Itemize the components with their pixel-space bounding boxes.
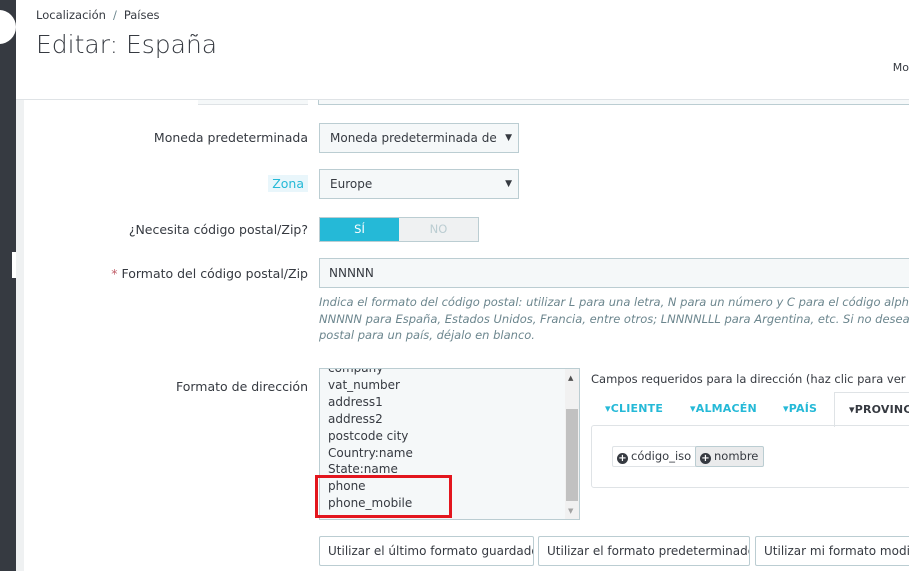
address-line: address2 [328,411,383,426]
breadcrumb: Localización / Países [36,8,160,22]
scroll-up-icon[interactable]: ▲ [568,374,573,382]
currency-select[interactable]: Moneda predeterminada de ▼ [319,123,519,153]
toggle-no[interactable]: NO [399,218,478,241]
breadcrumb-separator: / [112,8,117,22]
page-title: Editar: España [36,30,218,59]
zip-format-input[interactable]: NNNNN [319,258,909,288]
highlight-box [315,475,452,518]
address-line: postcode city [328,428,409,443]
address-line: vat_number [328,377,400,392]
currency-value: Moneda predeterminada de [330,131,497,145]
tab-label: CLIENTE [610,402,664,415]
sidebar-active-marker [12,252,16,278]
field-chip-codigo-iso[interactable]: + código_iso [612,446,698,467]
required-fields-label: Campos requeridos para la dirección (haz… [591,372,909,386]
plus-circle-icon: + [700,453,711,464]
textarea-scrollbar[interactable]: ▲ ▼ [565,369,579,519]
breadcrumb-localizacion[interactable]: Localización [36,8,106,22]
field-chip-nombre[interactable]: + nombre [695,446,765,467]
use-my-format-button[interactable]: Utilizar mi formato modific [755,536,909,566]
scrollbar-thumb[interactable] [566,409,578,501]
partial-field [198,100,308,105]
required-fields-tabs: ▾CLIENTE ▾ALMACÉN ▾PAÍS ▾PROVINCI [591,392,909,427]
address-line: Country:name [328,445,413,460]
required-marker: * [111,266,118,281]
zip-format-help: Indica el formato del código postal: uti… [319,294,909,344]
zone-value: Europe [330,177,373,191]
zip-needed-toggle[interactable]: SÍ NO [319,217,479,242]
help-line: NNNNN para España, Estados Unidos, Franc… [319,311,909,326]
zone-label[interactable]: Zona [268,175,308,192]
logo[interactable] [0,10,16,44]
breadcrumb-paises[interactable]: Países [124,8,160,22]
chip-label: código_iso [631,449,692,463]
tab-label: PROVINCI [854,403,909,416]
page-header: Localización / Países Editar: España Mo [16,0,909,100]
address-format-label: Formato de dirección [175,379,308,394]
tab-provincia[interactable]: ▾PROVINCI [834,392,909,427]
partial-input[interactable] [318,100,909,105]
caret-down-icon: ▼ [505,133,512,143]
tab-cliente[interactable]: ▾CLIENTE [605,392,663,426]
sidebar [0,0,16,571]
zip-format-label-text: Formato del código postal/Zip [121,266,308,281]
zip-format-label: * Formato del código postal/Zip [111,266,308,281]
tab-almacen[interactable]: ▾ALMACÉN [690,392,757,426]
header-right-link[interactable]: Mo [893,61,909,74]
zip-needed-label: ¿Necesita código postal/Zip? [128,222,308,237]
help-line: Indica el formato del código postal: uti… [319,295,909,309]
toggle-yes[interactable]: SÍ [320,218,399,241]
tab-pais[interactable]: ▾PAÍS [783,392,817,426]
scroll-down-icon[interactable]: ▼ [568,507,573,515]
zone-select[interactable]: Europe ▼ [319,169,519,199]
chip-label: nombre [714,449,759,463]
use-default-format-button[interactable]: Utilizar el formato predeterminado [538,536,750,566]
tab-label: ALMACÉN [695,402,757,415]
caret-down-icon: ▼ [505,179,512,189]
help-line: postal para un país, déjalo en blanco. [319,328,535,342]
currency-label: Moneda predeterminada [153,130,308,145]
plus-circle-icon: + [617,453,628,464]
address-line: address1 [328,394,383,409]
address-line: company [328,368,384,375]
tab-label: PAÍS [788,402,818,415]
use-last-saved-format-button[interactable]: Utilizar el último formato guardado [319,536,534,566]
